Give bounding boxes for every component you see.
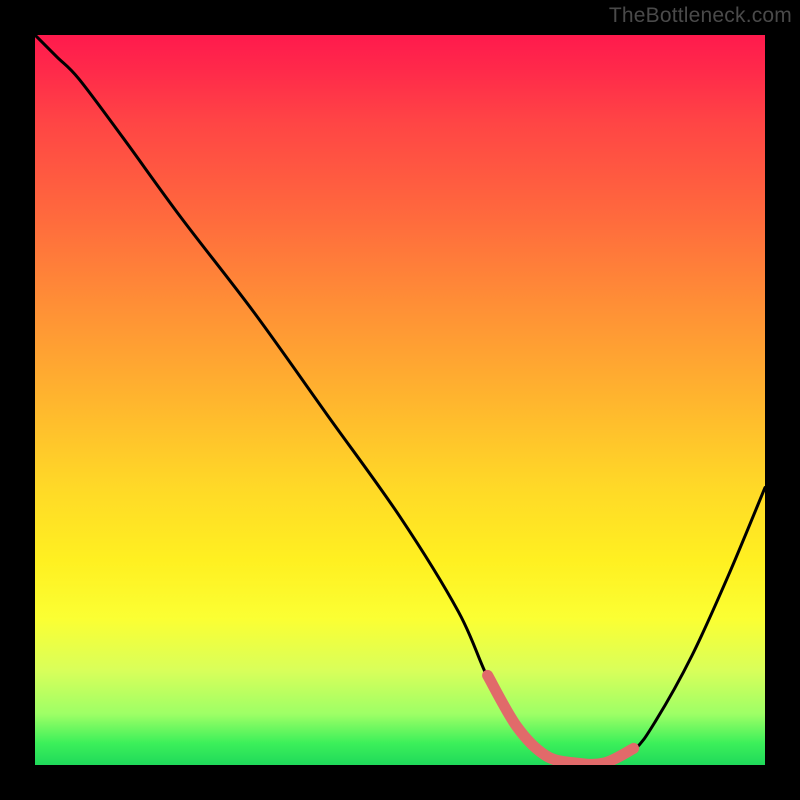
optimal-marker: [488, 675, 634, 764]
bottleneck-curve: [35, 35, 765, 765]
curve-layer: [35, 35, 765, 765]
watermark-text: TheBottleneck.com: [609, 4, 792, 28]
plot-area: [35, 35, 765, 765]
chart-canvas: TheBottleneck.com: [0, 0, 800, 800]
